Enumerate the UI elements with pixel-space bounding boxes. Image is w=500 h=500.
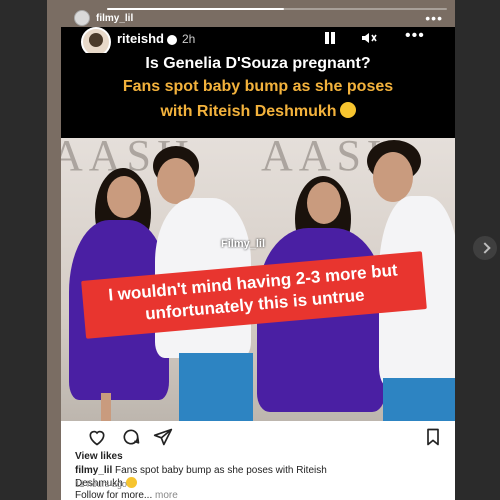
post-more-icon[interactable]: ••• (405, 27, 425, 45)
caption-follow: Follow for more... (75, 490, 153, 500)
story-author-avatar[interactable] (74, 10, 90, 26)
mute-icon[interactable] (361, 31, 377, 48)
headline-line-2: with Riteish Deshmukh (61, 101, 455, 123)
flushed-emoji-icon (125, 477, 137, 488)
man-right-face (373, 152, 413, 202)
post-time-ago: 11 hours ago (75, 479, 127, 489)
post-username[interactable]: riteishd 2h (117, 31, 195, 46)
story-like-heart-icon[interactable] (348, 456, 376, 478)
post-photo[interactable]: AASH AASH Filmy_lil I wouldn't mind havi… (61, 138, 455, 421)
view-likes-link[interactable]: View likes (75, 451, 123, 462)
woman-left-face (107, 176, 141, 218)
headline-line-2-text: with Riteish Deshmukh (160, 103, 337, 120)
caption-username[interactable]: filmy_lil (75, 465, 112, 476)
post-header: riteishd 2h ••• (61, 27, 455, 57)
man-left-jeans (179, 353, 253, 421)
shared-post[interactable]: riteishd 2h ••• Is Genelia D'Souza pregna… (61, 27, 455, 500)
woman-left-leg (101, 393, 111, 421)
watermark-text: Filmy_lil (221, 238, 266, 250)
post-username-text[interactable]: riteishd (117, 31, 164, 46)
story-send-icon[interactable] (396, 456, 424, 478)
comment-icon[interactable] (121, 427, 141, 447)
heart-icon[interactable] (87, 427, 107, 447)
story-viewer: filmy_lil ••• riteishd 2h ••• Is Genelia … (47, 0, 455, 500)
man-right-jeans (383, 378, 455, 421)
headline-line-1: Fans spot baby bump as she poses (122, 78, 394, 95)
man-left-face (157, 158, 195, 204)
story-author[interactable]: filmy_lil (74, 10, 133, 26)
caption-more-link[interactable]: more (155, 490, 178, 500)
flushed-emoji-icon (339, 102, 356, 118)
chevron-right-icon[interactable] (473, 236, 497, 260)
bookmark-icon[interactable] (423, 427, 443, 447)
pause-icon[interactable] (323, 31, 337, 45)
post-time: 2h (181, 32, 196, 46)
headline-question: Is Genelia D'Souza pregnant? (145, 55, 371, 72)
story-progress-bar (107, 8, 447, 10)
story-more-icon[interactable]: ••• (425, 10, 443, 26)
story-progress-fill (107, 8, 284, 10)
headline-banner: Is Genelia D'Souza pregnant? Fans spot b… (61, 53, 455, 138)
verified-icon (166, 34, 177, 45)
woman-right-face (307, 182, 341, 224)
story-author-name[interactable]: filmy_lil (96, 13, 133, 24)
send-icon[interactable] (153, 427, 173, 447)
